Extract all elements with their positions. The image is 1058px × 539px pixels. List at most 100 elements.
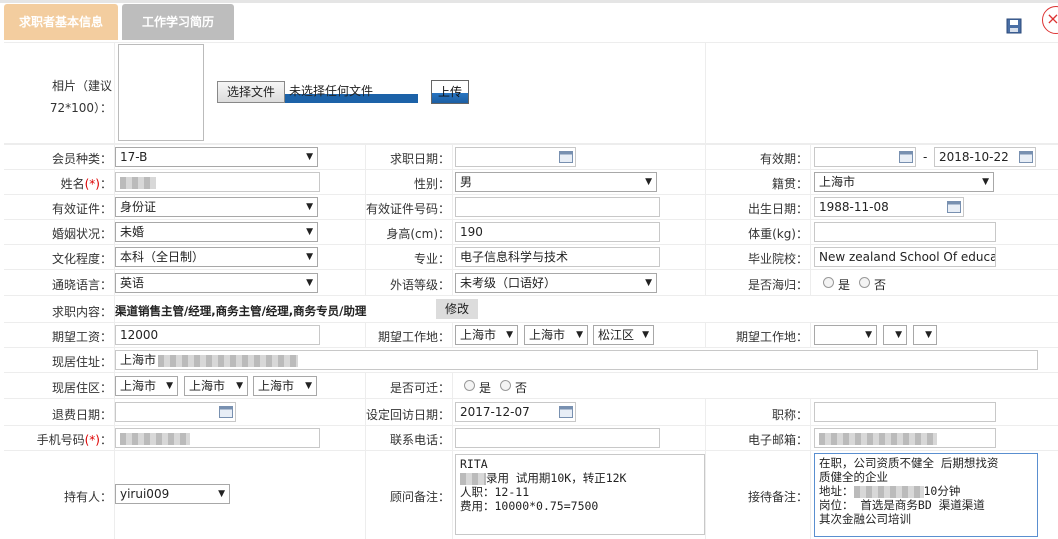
- row-cell: 身高(cm)：: [366, 220, 452, 244]
- phone-input[interactable]: [115, 428, 320, 448]
- weight-input[interactable]: [814, 222, 996, 242]
- phone-label: 手机号码(*)：: [37, 431, 112, 448]
- photo-preview: [118, 44, 204, 141]
- calendar-icon[interactable]: [559, 406, 573, 418]
- reception-note-label: 接待备注：: [747, 490, 808, 504]
- modify-button[interactable]: 修改: [436, 299, 478, 319]
- choose-file-button[interactable]: 选择文件: [217, 81, 285, 103]
- school-input[interactable]: New zealand School Of educati: [814, 247, 996, 267]
- major-input[interactable]: 电子信息科学与技术: [455, 247, 660, 267]
- close-icon[interactable]: ×: [1042, 6, 1058, 34]
- address-label: 现居住址：: [51, 355, 112, 369]
- language-select[interactable]: 英语 ▼: [115, 273, 318, 293]
- work-place-district-select[interactable]: 松江区 ▼: [593, 325, 654, 345]
- chevron-down-icon: ▼: [218, 489, 225, 499]
- valid-start-input[interactable]: [814, 147, 916, 167]
- valid-end-value: 2018-10-22: [939, 150, 1009, 164]
- id-type-value: 身份证: [120, 200, 157, 214]
- email-label: 电子邮箱：: [747, 433, 808, 447]
- calendar-icon[interactable]: [947, 201, 961, 213]
- note-text: 10分钟: [923, 484, 961, 498]
- calendar-icon[interactable]: [1019, 151, 1033, 163]
- work-place2-city-select[interactable]: ▼: [883, 325, 907, 345]
- work-place-province-select[interactable]: 上海市 ▼: [455, 325, 518, 345]
- row-cell: 籍贯：: [706, 170, 810, 194]
- note-line: RITA: [460, 457, 488, 471]
- note-line: 地址： 10分钟: [819, 484, 1033, 498]
- row-cell: 有效证件号码：: [366, 195, 452, 219]
- row-cell: New zealand School Of educati: [811, 245, 1058, 269]
- holder-label: 持有人：: [63, 490, 112, 504]
- relocate-yes-label: 是: [479, 381, 492, 395]
- chevron-down-icon: ▼: [306, 252, 313, 262]
- row-cell: 渠道销售主管/经理,商务主管/经理,商务专员/助理 修改: [115, 296, 1058, 322]
- calendar-icon[interactable]: [559, 151, 573, 163]
- row-cell: [115, 399, 365, 425]
- row-cell: 期望工资：: [4, 323, 114, 347]
- relocate-yes-radio[interactable]: [464, 380, 475, 391]
- row-cell: 在职，公司资质不健全 后期想找资 质健全的企业 地址： 10分钟 岗位： 首选是商务BD…: [811, 451, 1058, 539]
- row-cell: 出生日期：: [706, 195, 810, 219]
- top-border: [0, 0, 1058, 3]
- row-cell: [115, 426, 365, 450]
- revisit-date-input[interactable]: 2017-12-07: [455, 402, 576, 422]
- date-range-dash: -: [923, 150, 928, 164]
- email-input[interactable]: [814, 428, 996, 448]
- chevron-down-icon: ▼: [305, 381, 312, 391]
- native-select[interactable]: 上海市 ▼: [814, 172, 994, 192]
- address-input[interactable]: 上海市: [115, 350, 1038, 370]
- chevron-down-icon: ▼: [645, 177, 652, 187]
- district-province-select[interactable]: 上海市 ▼: [115, 376, 178, 396]
- overseas-yes-radio[interactable]: [823, 277, 834, 288]
- chevron-down-icon: ▼: [645, 278, 652, 288]
- name-label-text: 姓名: [60, 177, 85, 191]
- work-place2-district-select[interactable]: ▼: [913, 325, 937, 345]
- note-text: 地址：: [819, 484, 854, 498]
- chevron-down-icon: ▼: [925, 330, 932, 340]
- row-cell: 文化程度：: [4, 245, 114, 269]
- relocate-no-radio[interactable]: [500, 380, 511, 391]
- row-cell: 男 ▼: [453, 170, 705, 194]
- marital-select[interactable]: 未婚 ▼: [115, 222, 318, 242]
- redacted-text: [460, 472, 486, 485]
- title-input[interactable]: [814, 402, 996, 422]
- overseas-no-radio[interactable]: [859, 277, 870, 288]
- chevron-down-icon: ▼: [306, 152, 313, 162]
- row-cell: RITA 录用 试用期10K，转正12K 人职：12-11 费用：10000*0.75…: [453, 451, 705, 539]
- consultant-note-textarea[interactable]: RITA 录用 试用期10K，转正12K 人职：12-11 费用：10000*0.75…: [455, 454, 705, 535]
- id-type-select[interactable]: 身份证 ▼: [115, 197, 318, 217]
- salary-input[interactable]: 12000: [115, 325, 320, 345]
- tab-basic-info[interactable]: 求职者基本信息: [4, 4, 118, 40]
- valid-period-label: 有效期：: [759, 152, 808, 166]
- district-area-select[interactable]: 上海市 ▼: [253, 376, 317, 396]
- row-cell: 手机号码(*)：: [4, 426, 114, 450]
- overseas-label: 是否海归：: [747, 278, 808, 292]
- valid-end-input[interactable]: 2018-10-22: [934, 147, 1036, 167]
- holder-select[interactable]: yirui009 ▼: [115, 484, 230, 504]
- row-cell: 未婚 ▼: [115, 220, 365, 244]
- name-input[interactable]: [115, 172, 320, 192]
- id-no-input[interactable]: [455, 197, 660, 217]
- work-place-city-select[interactable]: 上海市 ▼: [524, 325, 588, 345]
- work-place2-province-select[interactable]: ▼: [814, 325, 877, 345]
- native-value: 上海市: [819, 175, 856, 189]
- apply-date-input[interactable]: [455, 147, 576, 167]
- tab-work-study-resume[interactable]: 工作学习简历: [122, 4, 234, 40]
- education-select[interactable]: 本科（全日制） ▼: [115, 247, 318, 267]
- reception-note-textarea[interactable]: 在职，公司资质不健全 后期想找资 质健全的企业 地址： 10分钟 岗位： 首选是商务BD…: [814, 453, 1038, 537]
- calendar-icon[interactable]: [219, 406, 233, 418]
- foreign-level-select[interactable]: 未考级（口语好） ▼: [455, 273, 657, 293]
- upload-button[interactable]: 上传: [431, 80, 469, 104]
- gender-select[interactable]: 男 ▼: [455, 172, 657, 192]
- dist1-value: 上海市: [120, 379, 157, 393]
- district-city-select[interactable]: 上海市 ▼: [184, 376, 248, 396]
- work-place2-label: 期望工作地：: [735, 330, 808, 344]
- birth-input[interactable]: 1988-11-08: [814, 197, 964, 217]
- refund-date-input[interactable]: [115, 402, 236, 422]
- calendar-icon[interactable]: [899, 151, 913, 163]
- contact-input[interactable]: [455, 428, 660, 448]
- chevron-down-icon: ▼: [306, 278, 313, 288]
- height-input[interactable]: 190: [455, 222, 660, 242]
- save-icon[interactable]: [1006, 18, 1022, 34]
- member-type-select[interactable]: 17-B ▼: [115, 147, 318, 167]
